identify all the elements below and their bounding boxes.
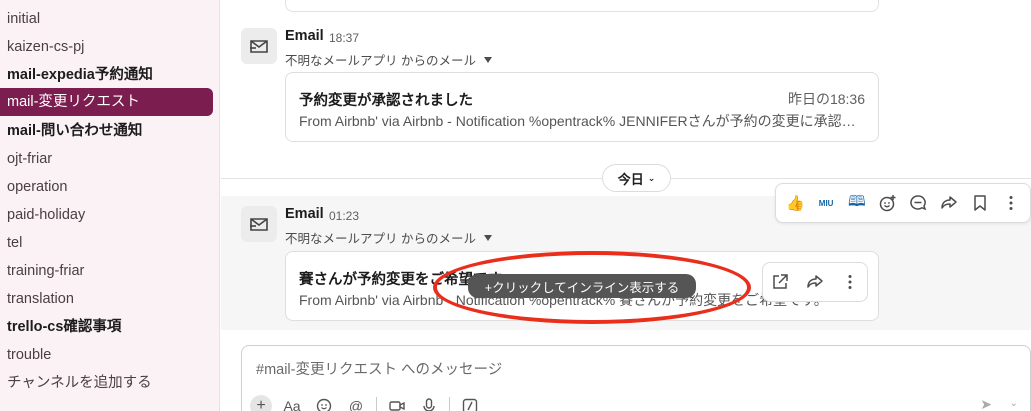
add-channel-button[interactable]: チャンネルを追加する <box>0 369 213 397</box>
plus-icon[interactable]: + <box>250 395 272 411</box>
annotation-highlight-ellipse <box>433 251 751 324</box>
chevron-down-icon[interactable] <box>483 56 492 63</box>
email-card-actions <box>762 262 868 302</box>
sidebar-item-ojt-friar[interactable]: ojt-friar <box>0 145 213 173</box>
send-icon[interactable]: ➤ <box>980 396 992 411</box>
previous-email-card <box>285 0 879 12</box>
toolbar-separator <box>376 397 377 411</box>
sidebar-item-tel[interactable]: tel <box>0 229 213 257</box>
more-icon[interactable] <box>997 189 1025 217</box>
sidebar-item-mail-expedia[interactable]: mail-expedia予約通知 <box>0 61 213 89</box>
thumbs-up-reaction[interactable]: 👍 <box>781 189 809 217</box>
sidebar-item-kaizen-cs-pj[interactable]: kaizen-cs-pj <box>0 33 213 61</box>
chevron-down-icon[interactable]: ⌄ <box>1010 398 1018 409</box>
toolbar-separator <box>449 397 450 411</box>
add-reaction-icon[interactable] <box>874 189 902 217</box>
more-icon[interactable] <box>836 268 864 296</box>
date-divider-button[interactable]: 今日 ⌄ <box>602 164 671 192</box>
date-divider-label: 今日 <box>617 171 644 187</box>
avatar[interactable] <box>241 28 277 64</box>
sender-name[interactable]: Email <box>285 28 324 44</box>
email-icon <box>250 40 268 53</box>
sidebar-item-operation[interactable]: operation <box>0 173 213 201</box>
sidebar-item-initial[interactable]: initial <box>0 5 213 33</box>
chevron-down-icon: ⌄ <box>647 172 656 183</box>
avatar[interactable] <box>241 206 277 242</box>
sidebar-item-mail-inquiry[interactable]: mail-問い合わせ通知 <box>0 117 213 145</box>
share-icon[interactable] <box>935 189 963 217</box>
channel-sidebar: initial kaizen-cs-pj mail-expedia予約通知 ma… <box>0 0 220 411</box>
bookmark-icon[interactable] <box>966 189 994 217</box>
sidebar-item-paid-holiday[interactable]: paid-holiday <box>0 201 213 229</box>
mention-icon[interactable]: @ <box>344 394 368 411</box>
timestamp[interactable]: 18:37 <box>329 31 359 45</box>
format-text-button[interactable]: Aa <box>280 394 304 411</box>
sidebar-item-trello-cs[interactable]: trello-cs確認事項 <box>0 313 213 341</box>
emoji-icon[interactable] <box>312 394 336 411</box>
email-date: 昨日の18:36 <box>787 91 865 107</box>
custom-emoji-reaction[interactable]: 🕮 <box>843 189 871 217</box>
share-icon[interactable] <box>801 268 829 296</box>
message-input[interactable]: #mail-変更リクエスト へのメッセージ <box>256 358 502 379</box>
video-icon[interactable] <box>385 394 409 411</box>
sidebar-item-trouble[interactable]: trouble <box>0 341 213 369</box>
sidebar-item-mail-change-request[interactable]: mail-変更リクエスト <box>0 88 213 116</box>
message-composer[interactable]: #mail-変更リクエスト へのメッセージ + Aa @ ➤ ⌄ <box>241 345 1031 411</box>
sidebar-item-translation[interactable]: translation <box>0 285 213 313</box>
microphone-icon[interactable] <box>417 394 441 411</box>
message-pane: Email 18:37 不明なメールアプリ からのメール 予約変更が承認されまし… <box>221 0 1031 411</box>
email-card[interactable]: 予約変更が承認されました 昨日の18:36 From Airbnb' via A… <box>285 72 879 142</box>
sender-name[interactable]: Email <box>285 206 324 222</box>
reply-thread-icon[interactable] <box>904 189 932 217</box>
composer-toolbar: + Aa @ <box>250 394 482 411</box>
message-item: Email 18:37 不明なメールアプリ からのメール 予約変更が承認されまし… <box>221 22 1031 150</box>
email-source: 不明なメールアプリ からのメール <box>285 228 492 247</box>
email-source-label: 不明なメールアプリ からのメール <box>285 232 476 246</box>
chevron-down-icon[interactable] <box>483 234 492 241</box>
email-source: 不明なメールアプリ からのメール <box>285 50 492 69</box>
email-preview: From Airbnb' via Airbnb - Notification %… <box>299 113 869 129</box>
email-source-label: 不明なメールアプリ からのメール <box>285 54 476 68</box>
open-external-icon[interactable] <box>766 268 794 296</box>
message-hover-toolbar: 👍 MIU 🕮 <box>775 183 1031 223</box>
timestamp[interactable]: 01:23 <box>329 209 359 223</box>
email-icon <box>250 218 268 231</box>
sidebar-item-training-friar[interactable]: training-friar <box>0 257 213 285</box>
slash-command-icon[interactable] <box>458 394 482 411</box>
email-subject: 予約変更が承認されました <box>299 93 473 109</box>
miu-reaction[interactable]: MIU <box>812 189 840 217</box>
